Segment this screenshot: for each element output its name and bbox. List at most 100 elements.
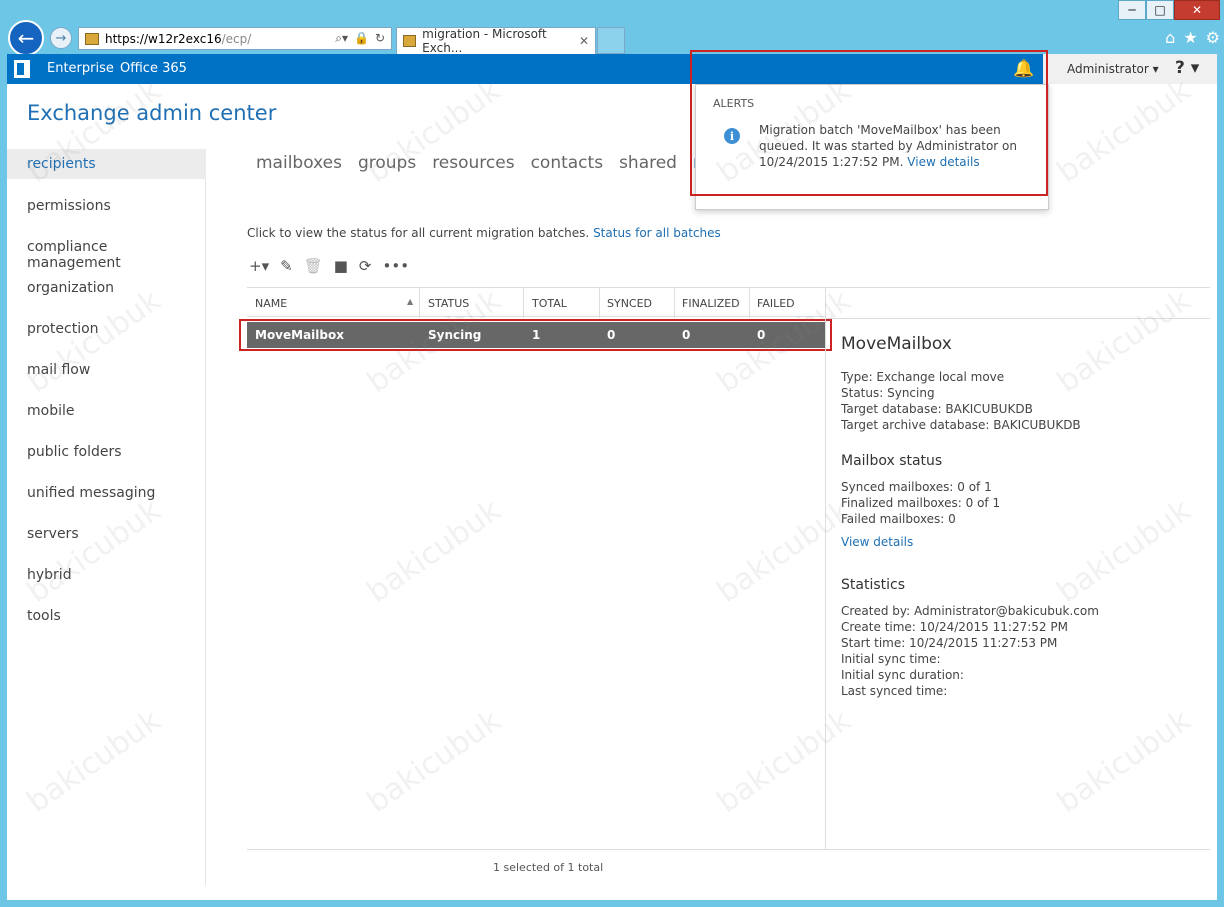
watermark: bakicubuk	[710, 702, 858, 821]
col-divider	[523, 288, 524, 318]
details-target-archive-db: Target archive database: BAKICUBUKDB	[841, 418, 1081, 432]
lock-icon[interactable]: 🔒	[354, 31, 369, 46]
tab-title: migration - Microsoft Exch...	[422, 27, 547, 55]
window-controls: ─ □ ✕	[1118, 0, 1220, 20]
stop-icon[interactable]: ■	[334, 257, 348, 275]
close-button[interactable]: ✕	[1174, 0, 1220, 20]
header-line	[825, 287, 1210, 288]
watermark: bakicubuk	[360, 492, 508, 611]
nav-item-public-folders[interactable]: public folders	[27, 444, 122, 460]
search-icon[interactable]: ⌕▾	[335, 31, 348, 46]
nav-item-compliance-management[interactable]: compliance management	[27, 239, 205, 271]
back-arrow-icon[interactable]: ←	[8, 20, 44, 56]
address-bar[interactable]: https://w12r2exc16 /ecp/ ⌕▾ 🔒 ↻	[78, 27, 392, 50]
col-divider	[749, 288, 750, 318]
tab-groups[interactable]: groups	[358, 153, 416, 173]
col-finalized[interactable]: FINALIZED	[682, 297, 740, 310]
tab-favicon-icon	[403, 35, 417, 47]
minimize-button[interactable]: ─	[1118, 0, 1146, 20]
col-status[interactable]: STATUS	[428, 297, 469, 310]
browser-icons: ⌂ ★ ⚙	[1165, 28, 1220, 47]
tab-mailboxes[interactable]: mailboxes	[256, 153, 342, 173]
details-type: Type: Exchange local move	[841, 370, 1005, 384]
app-title: Exchange admin center	[27, 101, 277, 125]
details-status: Status: Syncing	[841, 386, 935, 400]
col-divider	[599, 288, 600, 318]
initial-sync-duration: Initial sync duration:	[841, 668, 964, 682]
page: Enterprise Office 365 🔔 Administrator ▾ …	[7, 50, 1217, 900]
trash-icon[interactable]: 🗑	[304, 257, 323, 275]
statistics-heading: Statistics	[841, 577, 905, 593]
browser-tab[interactable]: migration - Microsoft Exch... ✕	[396, 27, 596, 55]
plus-icon[interactable]: +▾	[249, 257, 269, 275]
user-area: Administrator ▾ ? ▾	[1043, 54, 1217, 84]
status-hint: Click to view the status for all current…	[247, 226, 721, 240]
initial-sync-time: Initial sync time:	[841, 652, 941, 666]
refresh-icon[interactable]: ⟳	[359, 257, 372, 275]
details-target-db: Target database: BAKICUBUKDB	[841, 402, 1033, 416]
forward-arrow-icon[interactable]: →	[50, 27, 72, 49]
start-time: Start time: 10/24/2015 11:27:53 PM	[841, 636, 1058, 650]
site-favicon-icon	[85, 32, 99, 45]
row-highlight-box	[239, 319, 832, 351]
nav-item-mobile[interactable]: mobile	[27, 403, 74, 419]
details-title: MoveMailbox	[841, 334, 952, 354]
url-path: /ecp/	[221, 31, 252, 46]
office365-link[interactable]: Office 365	[120, 61, 187, 76]
last-synced-time: Last synced time:	[841, 684, 948, 698]
gear-icon[interactable]: ⚙	[1206, 28, 1220, 47]
view-details-link[interactable]: View details	[841, 534, 1211, 550]
mailbox-status-heading: Mailbox status	[841, 453, 943, 469]
more-icon[interactable]: •••	[383, 257, 410, 275]
synced-mailboxes: Synced mailboxes: 0 of 1	[841, 480, 992, 494]
toolbar: +▾ ✎ 🗑 ■ ⟳ •••	[249, 257, 409, 275]
reload-icon[interactable]: ↻	[375, 31, 385, 46]
finalized-mailboxes: Finalized mailboxes: 0 of 1	[841, 496, 1001, 510]
watermark: bakicubuk	[1050, 72, 1198, 191]
sort-up-icon: ▲	[407, 297, 414, 306]
browser-chrome: ─ □ ✕ ← → https://w12r2exc16 /ecp/ ⌕▾ 🔒 …	[0, 0, 1224, 56]
nav-item-organization[interactable]: organization	[27, 280, 114, 296]
tab-resources[interactable]: resources	[432, 153, 514, 173]
user-menu[interactable]: Administrator ▾	[1067, 62, 1159, 76]
col-synced[interactable]: SYNCED	[607, 297, 652, 310]
alert-highlight-box	[690, 50, 1048, 196]
watermark: bakicubuk	[710, 492, 858, 611]
nav-item-servers[interactable]: servers	[27, 526, 79, 542]
office-logo-icon[interactable]	[14, 60, 30, 78]
col-name[interactable]: NAME	[255, 297, 287, 310]
maximize-button[interactable]: □	[1146, 0, 1174, 20]
home-icon[interactable]: ⌂	[1165, 28, 1175, 47]
grid-footer-line	[247, 849, 1210, 850]
grid-header: NAME ▲ STATUS TOTAL SYNCED FINALIZED FAI…	[247, 287, 825, 318]
nav-item-mail-flow[interactable]: mail flow	[27, 362, 90, 378]
nav-item-tools[interactable]: tools	[27, 608, 61, 624]
create-time: Create time: 10/24/2015 11:27:52 PM	[841, 620, 1068, 634]
star-icon[interactable]: ★	[1183, 28, 1197, 47]
pencil-icon[interactable]: ✎	[280, 257, 293, 275]
header-line	[825, 318, 1210, 319]
status-all-batches-link[interactable]: Status for all batches	[593, 226, 721, 240]
new-tab-button[interactable]	[597, 27, 625, 54]
enterprise-link[interactable]: Enterprise	[47, 61, 114, 76]
watermark: bakicubuk	[1050, 702, 1198, 821]
tab-shared[interactable]: shared	[619, 153, 677, 173]
failed-mailboxes: Failed mailboxes: 0	[841, 512, 956, 526]
col-divider	[419, 288, 420, 318]
sub-tabs: mailboxes groups resources contacts shar…	[256, 153, 742, 173]
nav-item-hybrid[interactable]: hybrid	[27, 567, 72, 583]
col-total[interactable]: TOTAL	[532, 297, 567, 310]
nav-item-permissions[interactable]: permissions	[27, 198, 111, 214]
help-menu[interactable]: ? ▾	[1175, 58, 1199, 78]
details-divider	[825, 287, 826, 849]
nav-item-protection[interactable]: protection	[27, 321, 99, 337]
tab-contacts[interactable]: contacts	[531, 153, 603, 173]
details-pane: MoveMailbox Type: Exchange local move St…	[841, 334, 1211, 699]
col-failed[interactable]: FAILED	[757, 297, 795, 310]
nav-item-recipients[interactable]: recipients	[7, 149, 206, 179]
close-tab-icon[interactable]: ✕	[579, 34, 589, 48]
col-divider	[674, 288, 675, 318]
watermark: bakicubuk	[360, 702, 508, 821]
nav-item-unified-messaging[interactable]: unified messaging	[27, 485, 155, 501]
address-tools: ⌕▾ 🔒 ↻	[335, 31, 385, 46]
